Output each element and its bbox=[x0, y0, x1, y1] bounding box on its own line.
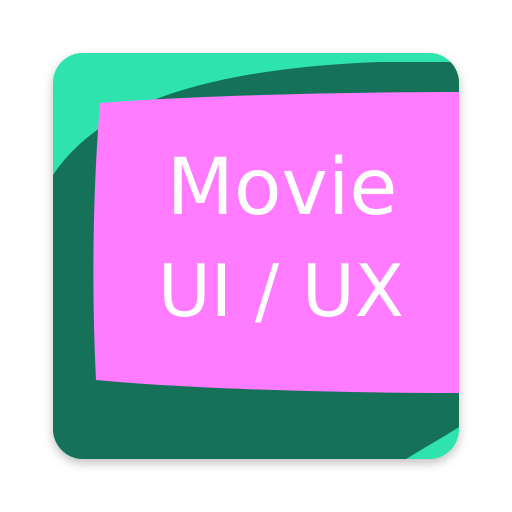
app-icon-container: Movie UI / UX bbox=[0, 0, 512, 512]
movie-ui-ux-app-icon[interactable]: Movie UI / UX bbox=[0, 0, 512, 512]
pink-screen-shape bbox=[93, 92, 459, 393]
title-line-ui-ux: UI / UX bbox=[158, 249, 404, 333]
title-line-movie: Movie bbox=[167, 143, 398, 233]
